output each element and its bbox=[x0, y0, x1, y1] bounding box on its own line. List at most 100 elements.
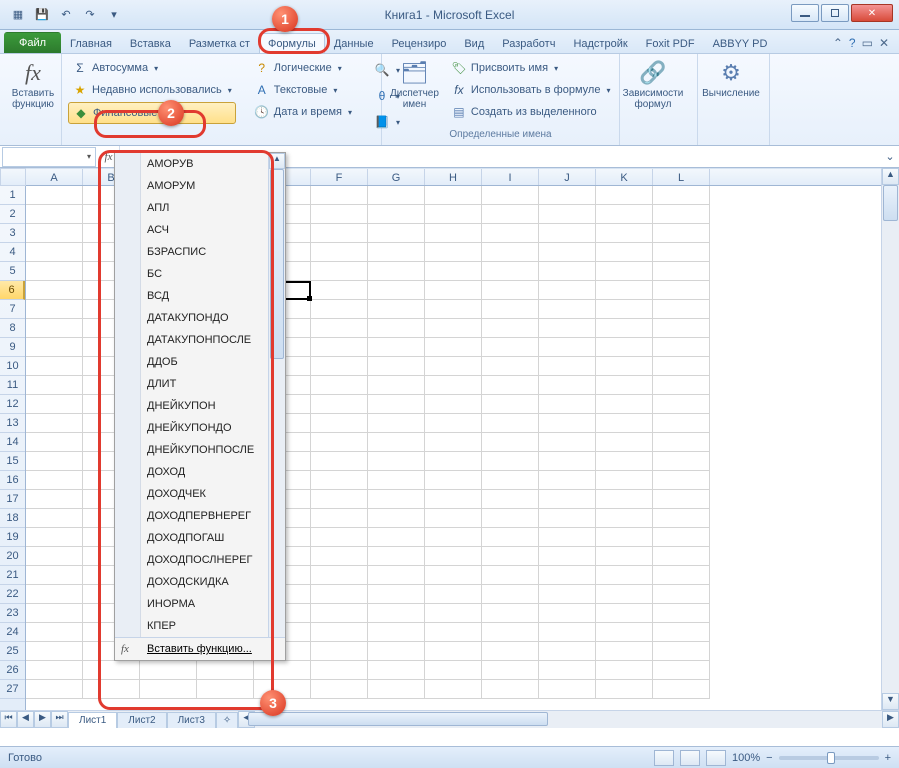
cell[interactable] bbox=[368, 566, 425, 585]
dropdown-item[interactable]: ДНЕЙКУПОНПОСЛЕ bbox=[115, 439, 285, 461]
cell[interactable] bbox=[311, 452, 368, 471]
cell[interactable] bbox=[539, 300, 596, 319]
cell[interactable] bbox=[596, 604, 653, 623]
cell[interactable] bbox=[596, 585, 653, 604]
cell[interactable] bbox=[368, 414, 425, 433]
cell[interactable] bbox=[26, 566, 83, 585]
recently-used-button[interactable]: ★Недавно использовались bbox=[68, 80, 236, 100]
cell[interactable] bbox=[368, 433, 425, 452]
cell[interactable] bbox=[596, 528, 653, 547]
cell[interactable] bbox=[482, 281, 539, 300]
cell[interactable] bbox=[596, 243, 653, 262]
cell[interactable] bbox=[482, 319, 539, 338]
autosum-button[interactable]: ΣАвтосумма bbox=[68, 58, 236, 78]
dropdown-item[interactable]: ДДОБ bbox=[115, 351, 285, 373]
cell[interactable] bbox=[83, 661, 140, 680]
cell[interactable] bbox=[539, 585, 596, 604]
cell[interactable] bbox=[539, 319, 596, 338]
cell[interactable] bbox=[653, 490, 710, 509]
cell[interactable] bbox=[425, 300, 482, 319]
cell[interactable] bbox=[539, 205, 596, 224]
cell[interactable] bbox=[425, 319, 482, 338]
cell[interactable] bbox=[311, 490, 368, 509]
cell[interactable] bbox=[653, 300, 710, 319]
cell[interactable] bbox=[596, 490, 653, 509]
column-header[interactable]: J bbox=[539, 169, 596, 185]
minimize-button[interactable] bbox=[791, 4, 819, 22]
undo-icon[interactable]: ↶ bbox=[56, 5, 76, 25]
cell[interactable] bbox=[311, 186, 368, 205]
cell[interactable] bbox=[311, 414, 368, 433]
sheet-tab-1[interactable]: Лист1 bbox=[68, 712, 117, 729]
cell[interactable] bbox=[26, 509, 83, 528]
cell[interactable] bbox=[311, 281, 368, 300]
cell[interactable] bbox=[482, 623, 539, 642]
cell[interactable] bbox=[368, 585, 425, 604]
row-header[interactable]: 18 bbox=[0, 509, 25, 528]
cell[interactable] bbox=[26, 243, 83, 262]
row-header[interactable]: 9 bbox=[0, 338, 25, 357]
cell[interactable] bbox=[539, 243, 596, 262]
name-manager-button[interactable]: 🗂 Диспетчеримен bbox=[388, 58, 441, 122]
cell[interactable] bbox=[368, 490, 425, 509]
cell[interactable] bbox=[653, 509, 710, 528]
cell[interactable] bbox=[368, 224, 425, 243]
row-header[interactable]: 16 bbox=[0, 471, 25, 490]
column-header[interactable]: A bbox=[26, 169, 83, 185]
row-header[interactable]: 23 bbox=[0, 604, 25, 623]
cell[interactable] bbox=[311, 509, 368, 528]
cell[interactable] bbox=[425, 281, 482, 300]
cell[interactable] bbox=[482, 376, 539, 395]
formula-auditing-button[interactable]: 🔗 Зависимостиформул bbox=[626, 58, 680, 112]
cell[interactable] bbox=[653, 186, 710, 205]
cell[interactable] bbox=[254, 661, 311, 680]
fill-handle[interactable] bbox=[307, 296, 312, 301]
dropdown-item[interactable]: КПЕР bbox=[115, 615, 285, 637]
cell[interactable] bbox=[368, 661, 425, 680]
cell[interactable] bbox=[482, 509, 539, 528]
row-header[interactable]: 12 bbox=[0, 395, 25, 414]
cell[interactable] bbox=[311, 547, 368, 566]
cell[interactable] bbox=[425, 490, 482, 509]
calculation-button[interactable]: ⚙ Вычисление bbox=[704, 58, 758, 101]
new-sheet-button[interactable]: ✧ bbox=[216, 712, 238, 729]
cell[interactable] bbox=[368, 623, 425, 642]
zoom-out-button[interactable]: − bbox=[766, 752, 772, 764]
cell[interactable] bbox=[596, 452, 653, 471]
cell[interactable] bbox=[425, 186, 482, 205]
cell[interactable] bbox=[653, 205, 710, 224]
cell[interactable] bbox=[653, 642, 710, 661]
cell[interactable] bbox=[482, 224, 539, 243]
cell[interactable] bbox=[26, 585, 83, 604]
tab-addins[interactable]: Надстройк bbox=[564, 33, 636, 53]
cell[interactable] bbox=[596, 186, 653, 205]
column-header[interactable]: F bbox=[311, 169, 368, 185]
cell[interactable] bbox=[311, 262, 368, 281]
cell[interactable] bbox=[596, 661, 653, 680]
cell[interactable] bbox=[368, 642, 425, 661]
cell[interactable] bbox=[425, 357, 482, 376]
cell[interactable] bbox=[596, 509, 653, 528]
cell[interactable] bbox=[653, 433, 710, 452]
cell[interactable] bbox=[425, 680, 482, 699]
tab-formulas[interactable]: Формулы bbox=[259, 33, 325, 53]
row-header[interactable]: 4 bbox=[0, 243, 25, 262]
cell[interactable] bbox=[482, 414, 539, 433]
cell[interactable] bbox=[83, 680, 140, 699]
zoom-in-button[interactable]: + bbox=[885, 752, 891, 764]
insert-function-menu-item[interactable]: fx Вставить функцию... bbox=[115, 637, 285, 660]
row-header[interactable]: 26 bbox=[0, 661, 25, 680]
cell[interactable] bbox=[368, 186, 425, 205]
sheet-tab-2[interactable]: Лист2 bbox=[117, 712, 166, 729]
cell[interactable] bbox=[539, 262, 596, 281]
tab-insert[interactable]: Вставка bbox=[121, 33, 180, 53]
cell[interactable] bbox=[26, 319, 83, 338]
row-header[interactable]: 22 bbox=[0, 585, 25, 604]
row-header[interactable]: 14 bbox=[0, 433, 25, 452]
cell[interactable] bbox=[482, 471, 539, 490]
scroll-right-button[interactable]: ▶ bbox=[882, 711, 899, 728]
cell[interactable] bbox=[425, 471, 482, 490]
scroll-down-button[interactable]: ▼ bbox=[882, 693, 899, 710]
tab-file[interactable]: Файл bbox=[4, 32, 61, 53]
row-header[interactable]: 24 bbox=[0, 623, 25, 642]
